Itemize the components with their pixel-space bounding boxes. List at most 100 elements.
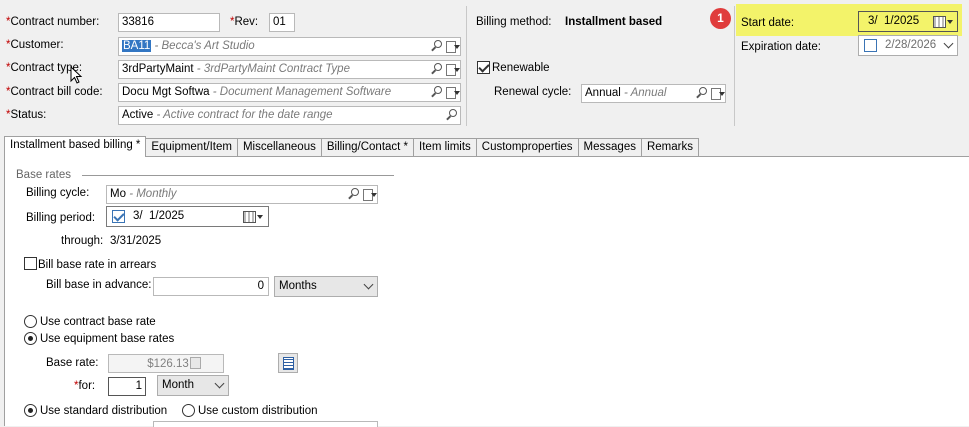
customer-label: *Customer: (6, 39, 64, 51)
for-unit-value: Month (162, 379, 194, 391)
search-icon[interactable] (430, 86, 443, 99)
tab-remarks[interactable]: Remarks (640, 138, 699, 157)
tab-billing-contact[interactable]: Billing/Contact * (320, 138, 415, 157)
lookup-menu-icon[interactable] (445, 40, 460, 53)
billing-cycle-label: Billing cycle: (26, 187, 90, 199)
renewable-checkbox[interactable] (477, 61, 490, 74)
lookup-menu-icon[interactable] (445, 86, 460, 99)
rev-field[interactable]: 01 (269, 13, 295, 32)
tab-strip: Installment based billing * Equipment/It… (4, 136, 699, 157)
base-rate-value: $126.13 (147, 358, 189, 370)
expiration-date-checkbox[interactable] (864, 39, 877, 52)
arrears-checkbox[interactable] (24, 257, 37, 270)
customer-desc: - Becca's Art Studio (154, 40, 255, 52)
calendar-dropdown-icon[interactable] (243, 210, 263, 223)
advance-unit-value: Months (279, 280, 317, 292)
expiration-date-picker[interactable]: 2/28/2026 (858, 35, 958, 56)
lookup-menu-icon[interactable] (362, 188, 377, 201)
base-rate-label: Base rate: (46, 357, 99, 369)
tab-equipment-item[interactable]: Equipment/Item (145, 138, 238, 157)
search-icon[interactable] (430, 40, 443, 53)
tab-custom-properties[interactable]: Customproperties (475, 138, 579, 157)
lookup-menu-icon[interactable] (445, 63, 460, 76)
contract-type-desc: - 3rdPartyMaint Contract Type (196, 63, 350, 75)
header-divider-right (734, 6, 735, 126)
contract-number-field[interactable]: 33816 (118, 13, 220, 32)
bill-code-label: *Contract bill code: (6, 86, 103, 98)
renewal-cycle-label: Renewal cycle: (494, 86, 572, 98)
billing-period-picker[interactable]: 3/ 1/2025 (106, 206, 269, 227)
search-icon[interactable] (445, 109, 458, 122)
renewal-cycle-desc: - Annual (624, 87, 667, 99)
rate-calculator-button[interactable] (278, 353, 298, 373)
start-date-label: Start date: (741, 17, 795, 29)
distribution-field-partial[interactable] (153, 421, 378, 427)
expiration-date-value: 2/28/2026 (885, 39, 937, 51)
billing-period-checkbox[interactable] (112, 210, 125, 223)
calendar-dropdown-icon[interactable] (933, 15, 953, 28)
renewal-cycle-field[interactable]: Annual - Annual (581, 84, 726, 103)
tab-messages[interactable]: Messages (577, 138, 642, 157)
contract-type-code: 3rdPartyMaint (122, 63, 194, 75)
tab-installment-billing[interactable]: Installment based billing * (4, 136, 147, 157)
contract-type-field[interactable]: 3rdPartyMaint - 3rdPartyMaint Contract T… (118, 60, 461, 79)
billing-cycle-field[interactable]: Mo - Monthly (106, 185, 378, 204)
start-date-value: 3/ 1/2025 (868, 15, 920, 27)
start-date-picker[interactable]: 3/ 1/2025 (858, 11, 958, 32)
search-icon[interactable] (430, 63, 443, 76)
chevron-down-icon[interactable] (943, 38, 954, 49)
equipment-rates-radio[interactable] (24, 332, 37, 345)
search-icon[interactable] (695, 87, 708, 100)
chevron-down-icon (214, 378, 225, 389)
for-input[interactable]: 1 (108, 377, 146, 396)
equipment-rates-label: Use equipment base rates (40, 333, 175, 345)
base-rates-section-title: Base rates (16, 169, 71, 181)
standard-dist-radio[interactable] (24, 404, 37, 417)
calculator-icon (190, 357, 201, 369)
rev-label: *Rev: (230, 16, 259, 28)
advance-input[interactable]: 0 (153, 277, 269, 296)
standard-dist-label: Use standard distribution (40, 405, 168, 417)
customer-code: BA11 (122, 40, 152, 52)
tab-miscellaneous[interactable]: Miscellaneous (236, 138, 322, 157)
base-rate-field: $126.13 (108, 354, 224, 373)
mouse-cursor-icon (70, 66, 83, 84)
for-unit-select[interactable]: Month (157, 375, 229, 396)
status-field[interactable]: Active - Active contract for the date ra… (118, 106, 461, 125)
billing-cycle-desc: - Monthly (129, 188, 177, 200)
status-desc: - Active contract for the date range (156, 109, 333, 121)
renewal-cycle-code: Annual (585, 87, 621, 99)
advance-unit-select[interactable]: Months (274, 276, 378, 297)
bill-code-desc: - Document Management Software (212, 86, 392, 98)
bill-code-field[interactable]: Docu Mgt Softwa - Document Management So… (118, 83, 461, 102)
for-label: *for: (74, 380, 96, 392)
contract-number-label: *Contract number: (6, 16, 100, 28)
custom-dist-label: Use custom distribution (198, 405, 318, 417)
header-divider (466, 6, 467, 126)
status-label: *Status: (6, 109, 47, 121)
billing-period-value: 3/ 1/2025 (133, 210, 185, 222)
billing-method-label: Billing method: (476, 16, 552, 28)
contract-rate-radio[interactable] (24, 315, 37, 328)
billing-cycle-code: Mo (110, 188, 126, 200)
advance-label: Bill base in advance: (46, 279, 152, 291)
search-icon[interactable] (347, 188, 360, 201)
expiration-date-label: Expiration date: (741, 41, 821, 53)
renewable-label: Renewable (492, 62, 550, 74)
chevron-down-icon (363, 279, 374, 290)
callout-badge: 1 (710, 8, 731, 29)
lookup-menu-icon[interactable] (710, 87, 725, 100)
custom-dist-radio[interactable] (182, 404, 195, 417)
arrears-label: Bill base rate in arrears (38, 259, 157, 271)
billing-method-value: Installment based (565, 16, 663, 28)
contract-rate-label: Use contract base rate (40, 316, 156, 328)
calculator-icon (283, 357, 294, 370)
billing-period-label: Billing period: (26, 212, 96, 224)
customer-field[interactable]: BA11 - Becca's Art Studio (118, 37, 461, 56)
bill-code-code: Docu Mgt Softwa (122, 86, 210, 98)
status-code: Active (122, 109, 154, 121)
through-value: 3/31/2025 (110, 235, 162, 247)
section-divider (82, 175, 394, 176)
through-label: through: (61, 235, 104, 247)
tab-item-limits[interactable]: Item limits (413, 138, 477, 157)
